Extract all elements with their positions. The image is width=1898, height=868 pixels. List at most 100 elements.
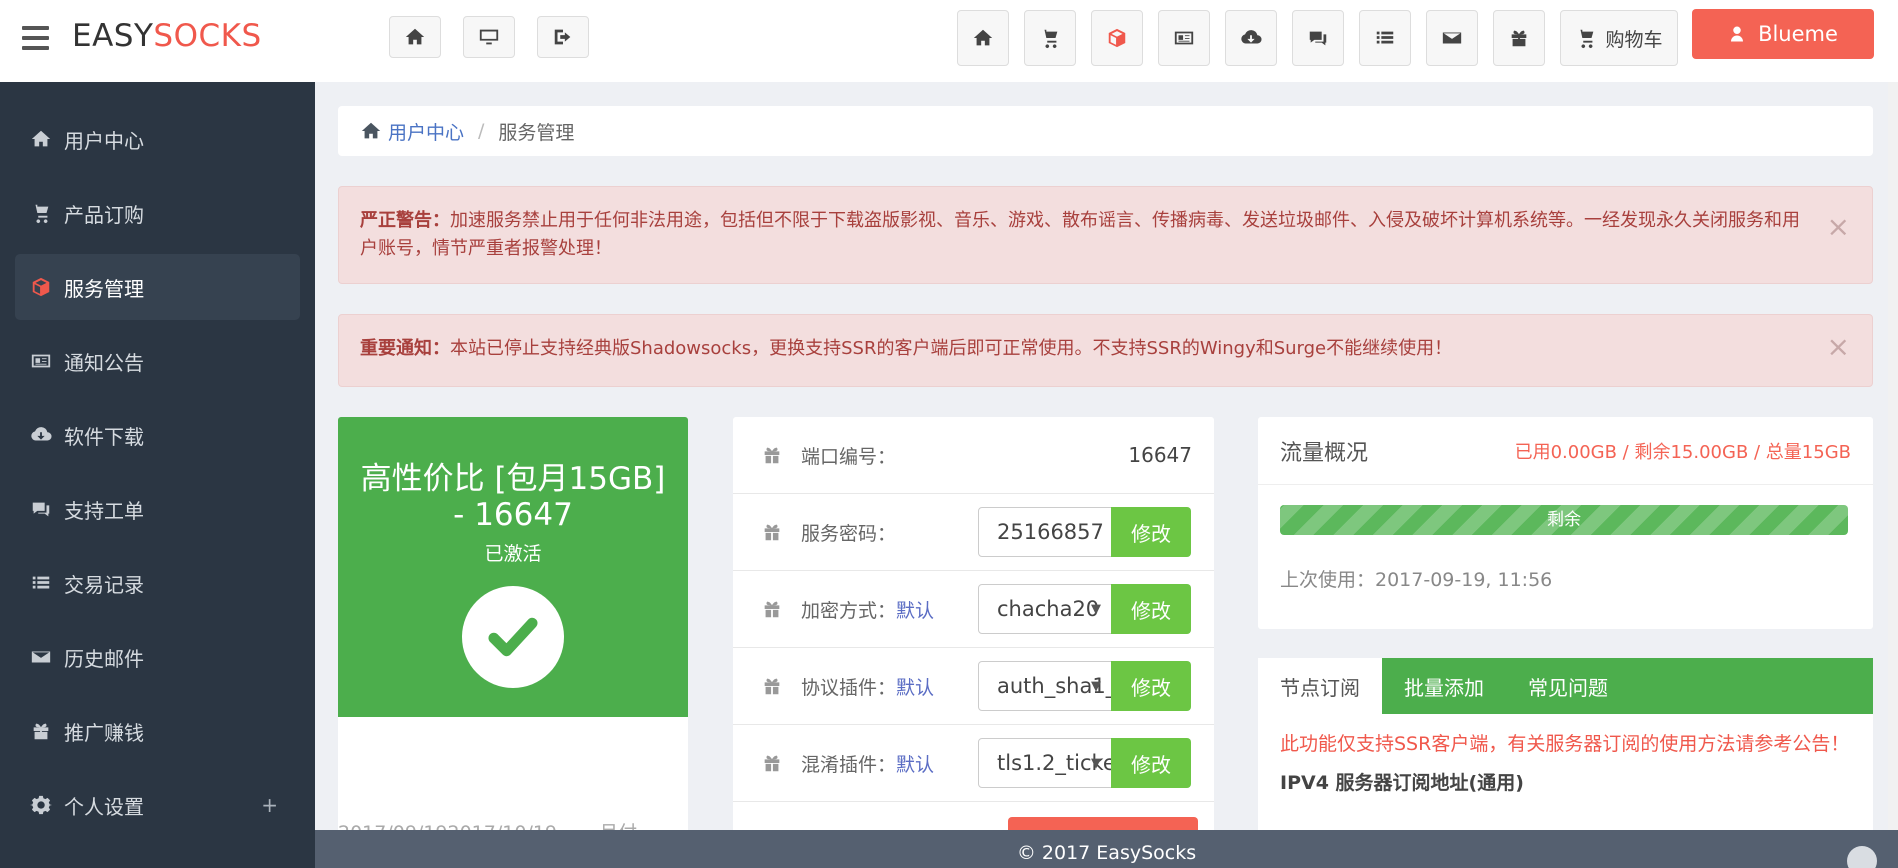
chevron-down-icon: ▼ [1091, 755, 1101, 771]
desktop-button[interactable] [463, 16, 515, 58]
sidebar-item-label: 个人设置 [64, 794, 144, 819]
sign-out-icon [554, 29, 571, 45]
footer: © 2017 EasySocks [315, 830, 1898, 868]
sidebar-item-announcements[interactable]: 通知公告 [15, 328, 300, 394]
obfs-default-link[interactable]: 默认 [896, 750, 934, 777]
cart-icon [1577, 29, 1594, 49]
sidebar-item-products[interactable]: 产品订购 [15, 180, 300, 246]
home-icon [361, 122, 381, 139]
home-icon [405, 28, 425, 45]
password-input[interactable]: 25166857 [978, 507, 1112, 557]
gift-icon [764, 601, 780, 618]
subscription-note: 此功能仅支持SSR客户端，有关服务器订阅的使用方法请参考公告！ [1280, 733, 1850, 755]
cart-icon [31, 204, 49, 224]
encryption-default-link[interactable]: 默认 [896, 596, 934, 623]
sidebar-item-label: 通知公告 [64, 350, 144, 375]
protocol-label: 协议插件： [801, 676, 897, 699]
tab-faq[interactable]: 常见问题 [1506, 658, 1630, 714]
home-icon [31, 130, 51, 147]
brand-part1: EASY [72, 18, 154, 54]
scrollbar[interactable] [1888, 82, 1898, 830]
sidebar-item-user-center[interactable]: 用户中心 [15, 106, 300, 172]
obfs-select[interactable]: tls1.2_ticket_auth▼ [978, 738, 1112, 788]
nav-mail-button[interactable] [1426, 10, 1478, 66]
sidebar-item-downloads[interactable]: 软件下载 [15, 402, 300, 468]
sidebar-item-services[interactable]: 服务管理 [15, 254, 300, 320]
service-status: 已激活 [484, 543, 542, 565]
list-icon [1376, 31, 1394, 44]
sidebar-item-transactions[interactable]: 交易记录 [15, 550, 300, 616]
cart-label: 购物车 [1605, 28, 1663, 51]
protocol-default-link[interactable]: 默认 [896, 673, 934, 700]
subscription-subtitle: IPV4 服务器订阅地址(通用) [1280, 772, 1524, 794]
traffic-usage: 已用0.00GB / 剩余15.00GB / 总量15GB [1514, 441, 1851, 463]
nav-home-button[interactable] [957, 10, 1009, 66]
traffic-header: 流量概况 已用0.00GB / 剩余15.00GB / 总量15GB [1258, 417, 1873, 485]
gift-icon [1511, 30, 1527, 47]
user-menu-button[interactable]: Blueme [1692, 9, 1874, 59]
nav-shop-button[interactable] [1024, 10, 1076, 66]
nav-referral-button[interactable] [1493, 10, 1545, 66]
encryption-select[interactable]: chacha20 ▼ [978, 584, 1112, 634]
tab-batch-add[interactable]: 批量添加 [1382, 658, 1506, 714]
logout-button[interactable] [537, 16, 589, 58]
password-save-button[interactable]: 修改 [1111, 507, 1191, 557]
password-label: 服务密码： [801, 522, 897, 545]
expand-icon[interactable]: + [261, 793, 278, 817]
brand-logo[interactable]: EASYSOCKS [72, 18, 262, 54]
envelope-icon [1442, 32, 1462, 44]
protocol-select[interactable]: auth_sha1_v4▼ [978, 661, 1112, 711]
breadcrumb-home-link[interactable]: 用户中心 [388, 118, 464, 145]
encryption-save-button[interactable]: 修改 [1111, 584, 1191, 634]
cube-icon [32, 277, 50, 297]
gear-icon [30, 795, 52, 815]
top-header: EASYSOCKS 购物车 Blueme [0, 0, 1898, 82]
sidebar-item-mail-history[interactable]: 历史邮件 [15, 624, 300, 690]
warning-alert: 严正警告：加速服务禁止用于任何非法用途，包括但不限于下载盗版影视、音乐、游戏、散… [338, 186, 1873, 284]
home-button[interactable] [389, 16, 441, 58]
sidebar-item-referral[interactable]: 推广赚钱 [15, 698, 300, 764]
sidebar-item-label: 交易记录 [64, 572, 144, 597]
alert-title: 严正警告： [360, 210, 450, 231]
close-icon[interactable]: × [1827, 333, 1850, 361]
nav-download-button[interactable] [1225, 10, 1277, 66]
obfs-row: 混淆插件：默认 tls1.2_ticket_auth▼ 修改 [733, 725, 1214, 802]
close-icon[interactable]: × [1827, 213, 1850, 241]
traffic-panel: 流量概况 已用0.00GB / 剩余15.00GB / 总量15GB 剩余 上次… [1258, 417, 1873, 629]
encryption-row: 加密方式： 默认 chacha20 ▼ 修改 [733, 571, 1214, 648]
service-title: 高性价比 [包月15GB] - 16647 [360, 461, 666, 533]
port-label: 端口编号： [801, 445, 897, 468]
home-icon [973, 29, 993, 46]
comments-icon [1309, 31, 1327, 46]
scroll-to-top-button[interactable] [1847, 846, 1877, 868]
gift-icon [764, 678, 780, 695]
alert-text: 加速服务禁止用于任何非法用途，包括但不限于下载盗版影视、音乐、游戏、散布谣言、传… [360, 210, 1800, 259]
chevron-down-icon: ▼ [1091, 678, 1101, 694]
alert-title: 重要通知： [360, 338, 450, 359]
nav-service-button[interactable] [1091, 10, 1143, 66]
gift-icon [33, 723, 49, 740]
chevron-down-icon: ▼ [1091, 601, 1101, 617]
tab-node-subscription[interactable]: 节点订阅 [1258, 658, 1382, 714]
nav-support-button[interactable] [1292, 10, 1344, 66]
sidebar-item-tickets[interactable]: 支持工单 [15, 476, 300, 542]
traffic-progress-bar: 剩余 [1280, 505, 1848, 535]
subscription-tabs: 节点订阅 批量添加 常见问题 [1258, 658, 1873, 714]
sidebar-item-label: 软件下载 [64, 424, 144, 449]
obfs-save-button[interactable]: 修改 [1111, 738, 1191, 788]
sidebar-item-label: 产品订购 [64, 202, 144, 227]
service-card: 高性价比 [包月15GB] - 16647 已激活 [338, 417, 688, 717]
nav-transactions-button[interactable] [1359, 10, 1411, 66]
cart-button[interactable]: 购物车 [1560, 10, 1678, 66]
port-row: 端口编号： 16647 [733, 417, 1214, 494]
menu-toggle-icon[interactable] [22, 26, 49, 50]
sidebar-item-settings[interactable]: 个人设置 + [15, 772, 300, 838]
sidebar-item-label: 服务管理 [64, 276, 144, 301]
encryption-value: chacha20 [997, 597, 1100, 621]
nav-news-button[interactable] [1158, 10, 1210, 66]
protocol-save-button[interactable]: 修改 [1111, 661, 1191, 711]
traffic-title: 流量概况 [1280, 440, 1369, 466]
alert-text: 本站已停止支持经典版Shadowsocks，更换支持SSR的客户端后即可正常使用… [450, 338, 1453, 359]
newspaper-icon [1174, 31, 1194, 45]
protocol-row: 协议插件：默认 auth_sha1_v4▼ 修改 [733, 648, 1214, 725]
